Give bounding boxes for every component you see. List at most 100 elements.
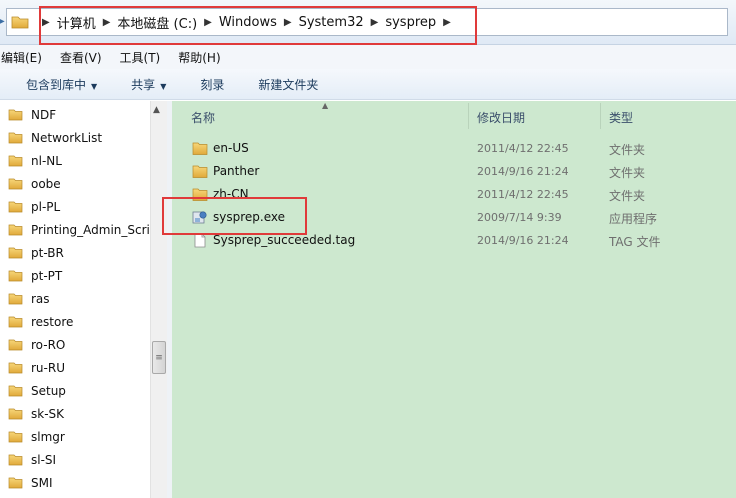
chevron-right-icon[interactable]: ▶ [443, 17, 451, 28]
folder-icon [8, 155, 23, 167]
tree-item[interactable]: slmgr [0, 425, 150, 448]
tree-item[interactable]: ru-RU [0, 356, 150, 379]
tree-item[interactable]: NetworkList [0, 126, 150, 149]
tree-item-label: ras [31, 291, 50, 306]
back-arrow-icon[interactable]: ▶ [0, 16, 5, 27]
breadcrumb-sysprep[interactable]: sysprep [385, 15, 436, 30]
file-name: Panther [213, 164, 260, 178]
file-type: 应用程序 [609, 212, 658, 226]
folder-icon [8, 408, 23, 420]
menu-help[interactable]: 帮助(H) [178, 49, 220, 66]
tree-item-label: nl-NL [31, 153, 62, 168]
tree-item[interactable]: nl-NL [0, 149, 150, 172]
chevron-right-icon[interactable]: ▶ [371, 17, 379, 28]
chevron-right-icon[interactable]: ▶ [42, 17, 50, 28]
tree-item[interactable]: ras [0, 287, 150, 310]
application-icon [192, 211, 207, 224]
column-name[interactable]: 名称 [191, 109, 215, 126]
menu-edit[interactable]: 编辑(E) [1, 49, 42, 66]
new-folder-button[interactable]: 新建文件夹 [258, 76, 318, 93]
column-type[interactable]: 类型 [609, 109, 633, 126]
tree-item[interactable]: restore [0, 310, 150, 333]
sidebar-scrollbar[interactable]: ▲ ≡ [150, 101, 167, 498]
menu-bar: 编辑(E) 查看(V) 工具(T) 帮助(H) [0, 45, 736, 69]
file-icon [194, 233, 206, 248]
folder-icon [8, 178, 23, 190]
column-header: ▲ 名称 修改日期 类型 [172, 101, 736, 131]
tree-item-label: ru-RU [31, 360, 65, 375]
tree-item-label: sk-SK [31, 406, 65, 421]
address-breadcrumb[interactable]: ▶ 计算机 ▶ 本地磁盘 (C:) ▶ Windows ▶ System32 ▶… [6, 8, 728, 36]
dropdown-arrow-icon: ▼ [160, 81, 167, 91]
tree-item-label: Setup [31, 383, 66, 398]
tree-item[interactable]: pt-BR [0, 241, 150, 264]
file-date: 2014/9/16 21:24 [477, 234, 569, 247]
folder-icon [8, 431, 23, 443]
tree-item[interactable]: sl-SI [0, 448, 150, 471]
column-modified-date[interactable]: 修改日期 [477, 109, 525, 126]
tree-item-label: sl-SI [31, 452, 57, 467]
tree-item[interactable]: pl-PL [0, 195, 150, 218]
file-date: 2011/4/12 22:45 [477, 188, 569, 201]
file-name: sysprep.exe [213, 210, 285, 224]
file-name: en-US [213, 141, 249, 155]
share-button[interactable]: 共享 ▼ [131, 76, 166, 93]
breadcrumb-computer[interactable]: 计算机 [57, 13, 96, 32]
breadcrumb-system32[interactable]: System32 [299, 15, 364, 30]
chevron-right-icon[interactable]: ▶ [204, 17, 212, 28]
chevron-right-icon[interactable]: ▶ [284, 17, 292, 28]
file-date: 2011/4/12 22:45 [477, 142, 569, 155]
dropdown-arrow-icon: ▼ [91, 81, 98, 91]
file-row[interactable]: sysprep.exe 2009/7/14 9:39 应用程序 [172, 206, 736, 229]
scroll-thumb[interactable]: ≡ [152, 341, 166, 374]
file-date: 2009/7/14 9:39 [477, 211, 562, 224]
share-label: 共享 [131, 77, 156, 92]
include-in-library-button[interactable]: 包含到库中 ▼ [26, 76, 97, 93]
tree-item[interactable]: Setup [0, 379, 150, 402]
breadcrumb-windows[interactable]: Windows [219, 15, 277, 30]
scroll-up-arrow-icon[interactable]: ▲ [153, 105, 160, 115]
folder-icon [8, 132, 23, 144]
tree-item[interactable]: pt-PT [0, 264, 150, 287]
include-in-library-label: 包含到库中 [26, 77, 87, 92]
sort-ascending-icon: ▲ [322, 101, 329, 110]
address-bar: ▶ ▶ 计算机 ▶ 本地磁盘 (C:) ▶ Windows ▶ System32… [0, 0, 736, 45]
file-row[interactable]: Sysprep_succeeded.tag 2014/9/16 21:24 TA… [172, 229, 736, 252]
tree-item-label: pl-PL [31, 199, 61, 214]
tree-item[interactable]: oobe [0, 172, 150, 195]
tree-item-label: oobe [31, 176, 61, 191]
tree-item[interactable]: sk-SK [0, 402, 150, 425]
breadcrumb-local-disk[interactable]: 本地磁盘 (C:) [117, 13, 197, 32]
file-name: zh-CN [213, 187, 249, 201]
command-toolbar: 包含到库中 ▼ 共享 ▼ 刻录 新建文件夹 [0, 69, 736, 100]
tree-item-label: pt-BR [31, 245, 64, 260]
file-row[interactable]: en-US 2011/4/12 22:45 文件夹 [172, 137, 736, 160]
menu-tools[interactable]: 工具(T) [120, 49, 161, 66]
burn-button[interactable]: 刻录 [200, 76, 224, 93]
folder-icon [8, 385, 23, 397]
column-divider[interactable] [600, 103, 601, 129]
folder-icon [192, 165, 208, 178]
tree-item[interactable]: NDF [0, 103, 150, 126]
file-row[interactable]: zh-CN 2011/4/12 22:45 文件夹 [172, 183, 736, 206]
tree-item-label: NDF [31, 107, 57, 122]
folder-icon [11, 16, 29, 29]
file-type: 文件夹 [609, 189, 646, 203]
tree-item[interactable]: SMI [0, 471, 150, 494]
tree-item[interactable]: Printing_Admin_Scri [0, 218, 150, 241]
menu-view[interactable]: 查看(V) [60, 49, 102, 66]
file-name: Sysprep_succeeded.tag [213, 233, 356, 247]
tree-item-label: slmgr [31, 429, 65, 444]
folder-icon [8, 316, 23, 328]
chevron-right-icon[interactable]: ▶ [103, 17, 111, 28]
file-date: 2014/9/16 21:24 [477, 165, 569, 178]
tree-item[interactable]: ro-RO [0, 333, 150, 356]
folder-icon [8, 477, 23, 489]
folder-icon [192, 142, 208, 155]
tree-item-label: pt-PT [31, 268, 63, 283]
tree-item-label: ro-RO [31, 337, 66, 352]
file-row[interactable]: Panther 2014/9/16 21:24 文件夹 [172, 160, 736, 183]
tree-item-label: restore [31, 314, 74, 329]
folder-icon [8, 247, 23, 259]
column-divider[interactable] [468, 103, 469, 129]
